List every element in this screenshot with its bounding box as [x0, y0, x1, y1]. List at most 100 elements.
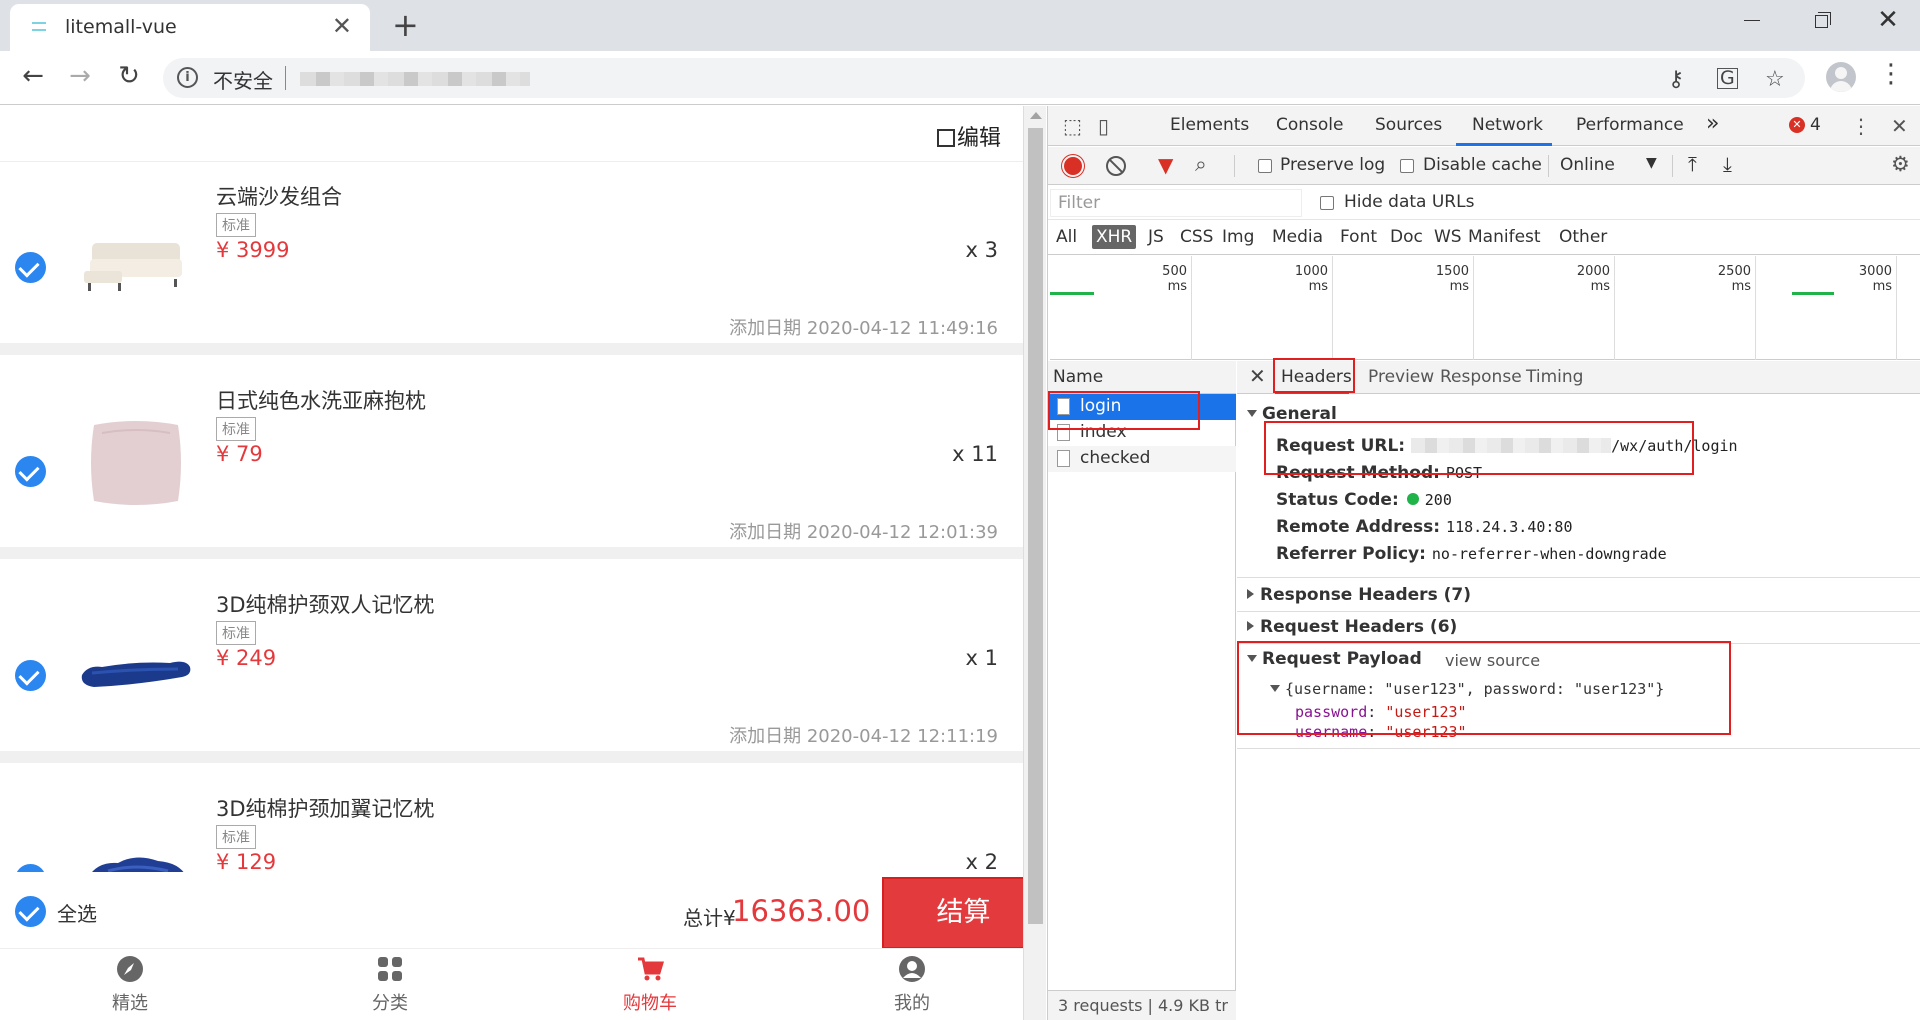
type-filter-other[interactable]: Other: [1559, 227, 1607, 247]
select-all-checkbox[interactable]: [15, 896, 46, 927]
item-name[interactable]: 云端沙发组合: [216, 181, 342, 211]
filter-input[interactable]: Filter: [1050, 189, 1302, 217]
tab-category[interactable]: 分类: [330, 955, 450, 1015]
new-tab-button[interactable]: +: [392, 6, 419, 44]
error-count[interactable]: 4: [1810, 115, 1821, 135]
close-tab-icon[interactable]: ✕: [332, 12, 352, 40]
export-har-icon[interactable]: ⤓: [1723, 152, 1732, 176]
restore-button[interactable]: [1800, 6, 1840, 36]
chrome-menu-icon[interactable]: ⋮: [1878, 59, 1904, 89]
request-name: index: [1080, 422, 1127, 442]
item-checkbox[interactable]: [15, 252, 46, 283]
settings-gear-icon[interactable]: ⚙: [1891, 152, 1910, 176]
tab-preview[interactable]: Preview: [1368, 367, 1434, 387]
tab-cart[interactable]: 购物车: [590, 955, 710, 1015]
window-close-button[interactable]: ✕: [1868, 2, 1908, 38]
view-source-link[interactable]: view source: [1445, 651, 1540, 670]
hide-data-urls-label[interactable]: Hide data URLs: [1344, 192, 1474, 212]
type-filter-css[interactable]: CSS: [1180, 227, 1213, 247]
user-icon: [899, 956, 925, 982]
disable-cache-checkbox[interactable]: [1400, 159, 1414, 173]
forward-button[interactable]: →: [63, 59, 97, 93]
tab-network[interactable]: Network: [1472, 115, 1543, 135]
select-all-label[interactable]: 全选: [57, 898, 97, 927]
minimize-button[interactable]: [1732, 6, 1772, 36]
request-row[interactable]: checked: [1048, 446, 1236, 472]
request-url-value[interactable]: /wx/auth/login: [1411, 437, 1738, 455]
general-section-header[interactable]: General: [1247, 404, 1337, 424]
item-name[interactable]: 3D纯棉护颈加翼记忆枕: [216, 793, 435, 823]
item-name[interactable]: 3D纯棉护颈双人记忆枕: [216, 589, 435, 619]
tab-elements[interactable]: Elements: [1170, 115, 1249, 135]
type-filter-manifest[interactable]: Manifest: [1468, 227, 1541, 247]
page-scrollbar[interactable]: [1023, 106, 1046, 1020]
browser-toolbar: ← → ↻ i 不安全 ⚷ G ☆ ⋮: [0, 51, 1920, 105]
address-bar[interactable]: i 不安全 ⚷ G ☆: [163, 58, 1805, 98]
request-headers-title: Request Headers (6): [1260, 617, 1458, 637]
disable-cache-label[interactable]: Disable cache: [1423, 155, 1542, 175]
grid-icon: [378, 957, 402, 981]
inspect-element-icon[interactable]: ⬚: [1063, 114, 1082, 138]
info-icon[interactable]: i: [177, 67, 198, 88]
type-filter-js[interactable]: JS: [1148, 227, 1164, 247]
filter-funnel-icon[interactable]: ▼: [1158, 153, 1173, 177]
tab-timing[interactable]: Timing: [1526, 367, 1583, 387]
type-filter-doc[interactable]: Doc: [1390, 227, 1423, 247]
profile-avatar-icon[interactable]: [1826, 62, 1856, 92]
more-tabs-icon[interactable]: »: [1706, 111, 1719, 136]
request-row[interactable]: login: [1048, 394, 1236, 420]
tab-mine[interactable]: 我的: [852, 955, 972, 1015]
reload-button[interactable]: ↻: [112, 59, 146, 93]
back-button[interactable]: ←: [16, 59, 50, 93]
hide-data-urls-checkbox[interactable]: [1320, 196, 1334, 210]
item-spec-badge: 标准: [216, 417, 256, 441]
close-detail-icon[interactable]: ✕: [1249, 364, 1266, 388]
error-icon[interactable]: ✕: [1789, 117, 1805, 133]
type-filter-media[interactable]: Media: [1272, 227, 1323, 247]
edit-button[interactable]: 编辑: [936, 120, 1001, 152]
clear-icon[interactable]: [1106, 156, 1126, 176]
import-har-icon[interactable]: ⤒: [1688, 152, 1697, 176]
type-filter-font[interactable]: Font: [1340, 227, 1377, 247]
tab-sources[interactable]: Sources: [1375, 115, 1442, 135]
type-filter-ws[interactable]: WS: [1434, 227, 1462, 247]
throttle-dropdown-icon[interactable]: ▼: [1646, 155, 1657, 171]
device-toolbar-icon[interactable]: ▯: [1098, 114, 1109, 138]
devtools-close-icon[interactable]: ✕: [1891, 114, 1908, 138]
referrer-policy-key: Referrer Policy:: [1276, 544, 1426, 564]
tab-response[interactable]: Response: [1440, 367, 1522, 387]
type-filter-all[interactable]: All: [1056, 227, 1077, 247]
request-headers-section[interactable]: Request Headers (6): [1247, 617, 1457, 637]
item-checkbox[interactable]: [15, 660, 46, 691]
scroll-up-icon[interactable]: [1030, 112, 1042, 119]
payload-summary[interactable]: {username: "user123", password: "user123…: [1270, 680, 1664, 698]
request-payload-section[interactable]: Request Payload: [1247, 649, 1422, 669]
devtools-menu-icon[interactable]: ⋮: [1851, 114, 1871, 138]
item-name[interactable]: 日式纯色水洗亚麻抱枕: [216, 385, 426, 415]
tab-headers[interactable]: Headers: [1281, 367, 1352, 387]
preserve-log-checkbox[interactable]: [1258, 159, 1272, 173]
type-filter-img[interactable]: Img: [1222, 227, 1254, 247]
response-headers-section[interactable]: Response Headers (7): [1247, 585, 1471, 605]
item-checkbox[interactable]: [15, 456, 46, 487]
network-overview: 500 ms 1000 ms 1500 ms 2000 ms 2500 ms 3000 m…: [1050, 256, 1920, 360]
type-filter-xhr[interactable]: XHR: [1092, 225, 1137, 249]
translate-icon[interactable]: G: [1717, 68, 1738, 89]
tab-console[interactable]: Console: [1276, 115, 1344, 135]
screen: litemall-vue ✕ + ✕ ← → ↻ i 不安全 ⚷ G ☆ ⋮ 编…: [0, 0, 1920, 1020]
browser-tab[interactable]: litemall-vue ✕: [10, 4, 370, 51]
name-column-header[interactable]: Name: [1048, 361, 1236, 394]
scrollbar-thumb[interactable]: [1028, 128, 1043, 924]
throttle-select[interactable]: Online: [1560, 155, 1615, 175]
item-added-date: 添加日期 2020-04-12 11:49:16: [729, 318, 998, 339]
preserve-log-label[interactable]: Preserve log: [1280, 155, 1385, 175]
record-icon[interactable]: [1064, 157, 1082, 175]
tab-performance[interactable]: Performance: [1576, 115, 1684, 135]
request-row[interactable]: index: [1048, 420, 1236, 446]
search-icon[interactable]: ⌕: [1195, 152, 1207, 177]
section-divider: [1237, 643, 1920, 644]
bookmark-star-icon[interactable]: ☆: [1765, 67, 1785, 92]
key-icon[interactable]: ⚷: [1668, 67, 1684, 92]
tab-featured[interactable]: 精选: [70, 955, 190, 1015]
checkout-button[interactable]: 结算: [882, 877, 1023, 949]
